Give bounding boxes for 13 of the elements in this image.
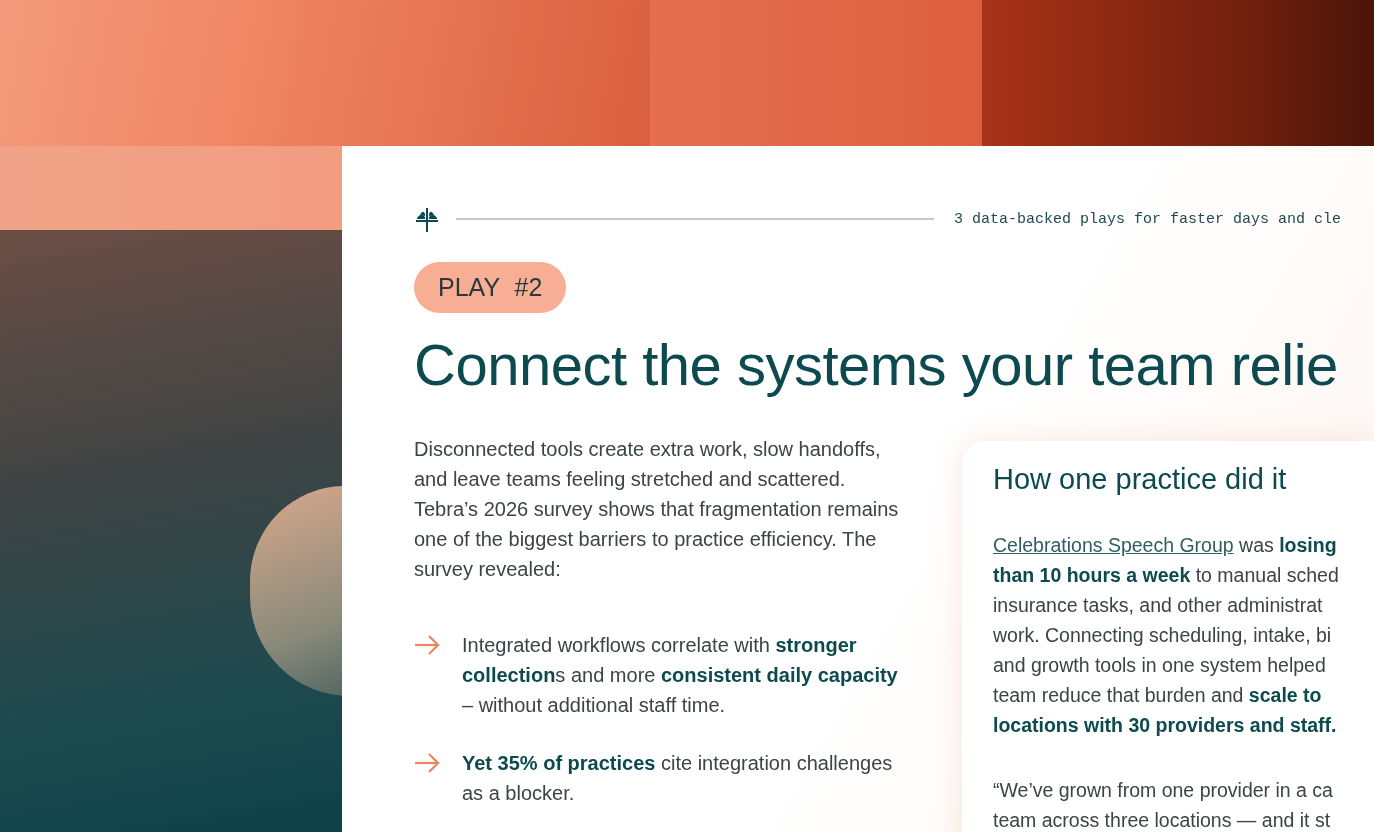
arrow-right-icon bbox=[414, 635, 440, 655]
arrow-right-icon bbox=[414, 753, 440, 773]
quote-paragraph: “We’ve grown from one provider in a ca team across three locations — and it st bbox=[993, 778, 1334, 832]
bullet-text: Integrated workflows correlate with stronger collections and more consistent daily capacity – without additional staff time. bbox=[462, 633, 899, 718]
company-link[interactable]: Celebrations Speech Group bbox=[993, 534, 1234, 556]
card-heading: How one practice did it bbox=[993, 463, 1288, 496]
document-tagline: 3 data-backed plays for faster days and cle bbox=[954, 210, 1342, 228]
bullet-text: Yet 35% of practices cite integration challenges as a blocker. bbox=[462, 751, 894, 806]
plant-logo-icon bbox=[414, 206, 440, 232]
intro-paragraph: Disconnected tools create extra work, slow handoffs, and leave teams feeling stretched and scattered. Tebra’s 2026 survey shows that fragmentation remains one of the biggest barriers to practice efficiency. The survey revealed: bbox=[414, 437, 900, 582]
page-heading: Connect the systems your team relie bbox=[414, 331, 1339, 398]
case-study-paragraph: Celebrations Speech Group was losing than 10 hours a week to manual sched insurance tasks, and other administrat work. Connecting scheduling, intake, bi and growth tools in one system helped team reduce that burden and scale to locations with 30 providers and staff. bbox=[993, 533, 1340, 738]
play-badge: PLAY #2 bbox=[414, 262, 567, 313]
